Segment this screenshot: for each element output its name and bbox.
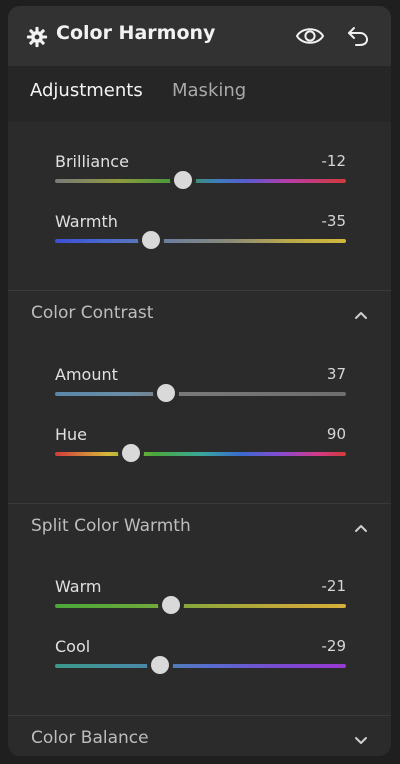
section-label: Color Balance [31,728,149,748]
section-label: Color Contrast [31,303,154,323]
brilliance-track[interactable] [55,179,346,183]
amount-slider-row: Amount 37 [55,365,346,415]
warm-slider-row: Warm -21 [55,577,346,627]
section-color-contrast[interactable]: Color Contrast [8,293,391,337]
hue-slider-row: Hue 90 [55,425,346,475]
gear-icon[interactable] [26,26,48,48]
divider [8,503,391,504]
panel-header: Color Harmony [8,6,391,66]
eye-icon[interactable] [295,24,325,48]
slider-label: Warmth [55,212,118,231]
slider-value[interactable]: 37 [327,365,346,383]
amount-track[interactable] [55,392,346,396]
cool-slider-row: Cool -29 [55,637,346,687]
warmth-thumb[interactable] [142,231,161,249]
amount-thumb[interactable] [156,384,175,402]
slider-label: Amount [55,365,118,384]
warmth-track[interactable] [55,239,346,243]
brilliance-thumb[interactable] [174,171,193,189]
warm-thumb[interactable] [162,596,181,614]
color-harmony-panel: Color Harmony Adjustments Masking Brilli… [8,6,391,756]
slider-value[interactable]: -35 [322,212,347,230]
tab-masking[interactable]: Masking [172,80,246,101]
slider-label: Cool [55,637,91,656]
tab-adjustments[interactable]: Adjustments [30,80,143,101]
divider [8,715,391,716]
slider-value[interactable]: 90 [327,425,346,443]
warmth-slider-row: Warmth -35 [55,212,346,262]
slider-label: Hue [55,425,88,444]
cool-thumb[interactable] [150,656,169,674]
panel-title: Color Harmony [56,22,216,44]
section-color-balance[interactable]: Color Balance [8,718,391,756]
tab-bar: Adjustments Masking [8,66,391,122]
section-label: Split Color Warmth [31,516,191,536]
warm-track[interactable] [55,604,346,608]
section-split-color-warmth[interactable]: Split Color Warmth [8,506,391,550]
cool-track[interactable] [55,664,346,668]
hue-track[interactable] [55,452,346,456]
undo-icon[interactable] [346,24,370,48]
chevron-up-icon[interactable] [353,307,369,323]
slider-value[interactable]: -29 [322,637,347,655]
slider-label: Warm [55,577,102,596]
slider-label: Brilliance [55,152,129,171]
slider-value[interactable]: -12 [322,152,347,170]
hue-thumb[interactable] [121,444,140,462]
slider-value[interactable]: -21 [322,577,347,595]
chevron-down-icon[interactable] [353,732,369,748]
divider [8,290,391,291]
brilliance-slider-row: Brilliance -12 [55,152,346,202]
chevron-up-icon[interactable] [353,520,369,536]
